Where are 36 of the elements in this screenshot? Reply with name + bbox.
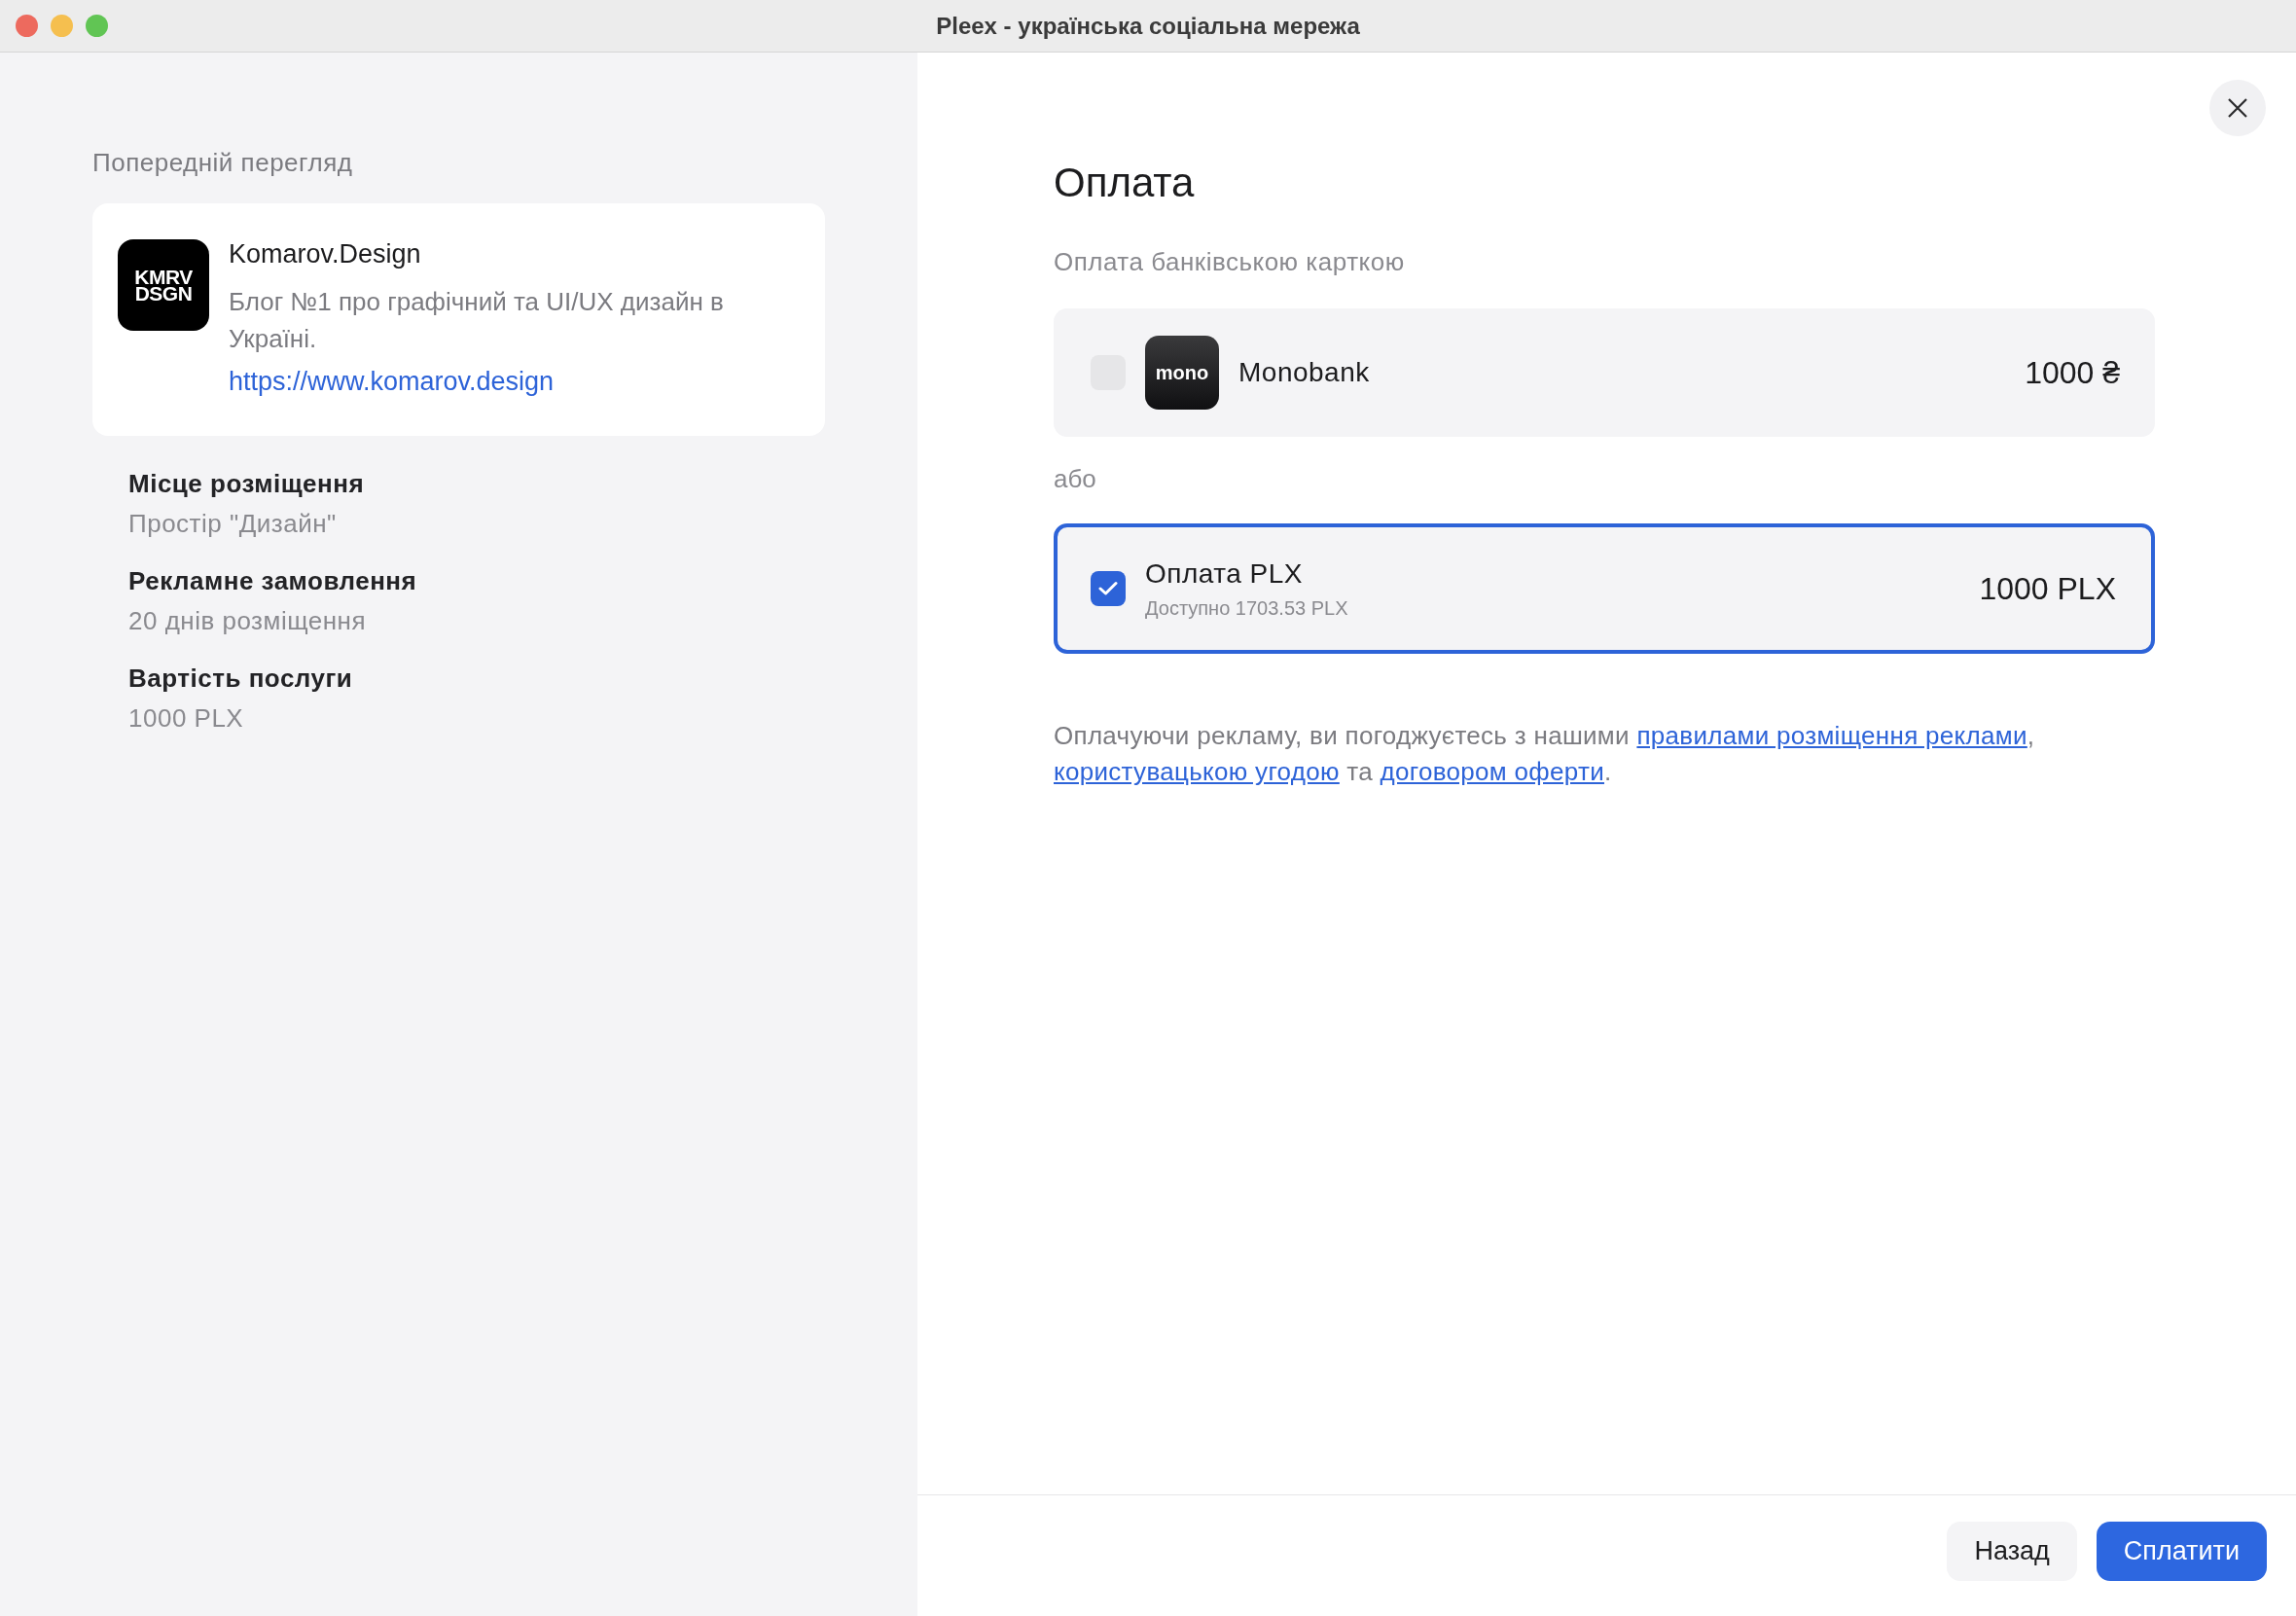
window-title: Pleex - українська соціальна мережа: [936, 12, 1360, 40]
detail-label: Місце розміщення: [128, 469, 366, 499]
payment-title: Оплата: [1054, 160, 1196, 206]
balance-note: Доступно 1703.53 PLX: [1145, 596, 1348, 620]
or-separator: або: [1054, 464, 1097, 494]
checkbox[interactable]: [1091, 571, 1126, 606]
option-amount: 1000 ₴: [2025, 354, 2120, 391]
payment-option[interactable]: Оплата PLX Доступно 1703.53 PLX 1000 PLX: [1054, 523, 2155, 654]
pay-button[interactable]: Сплатити: [2096, 1521, 2267, 1581]
logo-text: KMRV: [134, 269, 193, 285]
preview-heading: Попередній перегляд: [92, 148, 354, 178]
channel-description: Блог №1 про графічний та UI/UX дизайн в Україні.: [229, 286, 725, 355]
detail-label: Вартість послуги: [128, 664, 354, 694]
option-name: Monobank: [1238, 357, 1370, 388]
close-window-button[interactable]: [16, 15, 38, 37]
terms-text: Оплачуючи рекламу, ви погоджуєтесь з нашими правилами розміщення реклами, користувацькою угодою та договором оферти.: [1054, 720, 2036, 788]
detail-label: Рекламне замовлення: [128, 566, 418, 596]
minimize-window-button[interactable]: [51, 15, 73, 37]
payment-option[interactable]: mono Monobank 1000 ₴: [1054, 308, 2155, 437]
detail-value: 20 днів розміщення: [128, 606, 368, 636]
bank-logo-text: mono: [1155, 361, 1209, 384]
terms-link[interactable]: правилами розміщення реклами: [1636, 721, 2027, 750]
payment-subtitle: Оплата банківською карткою: [1054, 247, 1406, 277]
option-amount: 1000 PLX: [1979, 570, 2116, 607]
logo-text: DSGN: [134, 285, 193, 302]
back-button[interactable]: Назад: [1947, 1521, 2077, 1581]
option-name: Оплата PLX: [1145, 557, 1305, 590]
check-icon: [1098, 581, 1118, 596]
channel-name: Komarov.Design: [229, 239, 422, 269]
detail-value: Простір "Дизайн": [128, 509, 338, 539]
detail-value: 1000 PLX: [128, 703, 245, 734]
zoom-window-button[interactable]: [86, 15, 108, 37]
close-icon: [2227, 97, 2248, 119]
terms-link[interactable]: користувацькою угодою: [1054, 757, 1340, 786]
channel-link[interactable]: https://www.komarov.design: [229, 367, 800, 397]
terms-link[interactable]: договором оферти: [1380, 757, 1604, 786]
